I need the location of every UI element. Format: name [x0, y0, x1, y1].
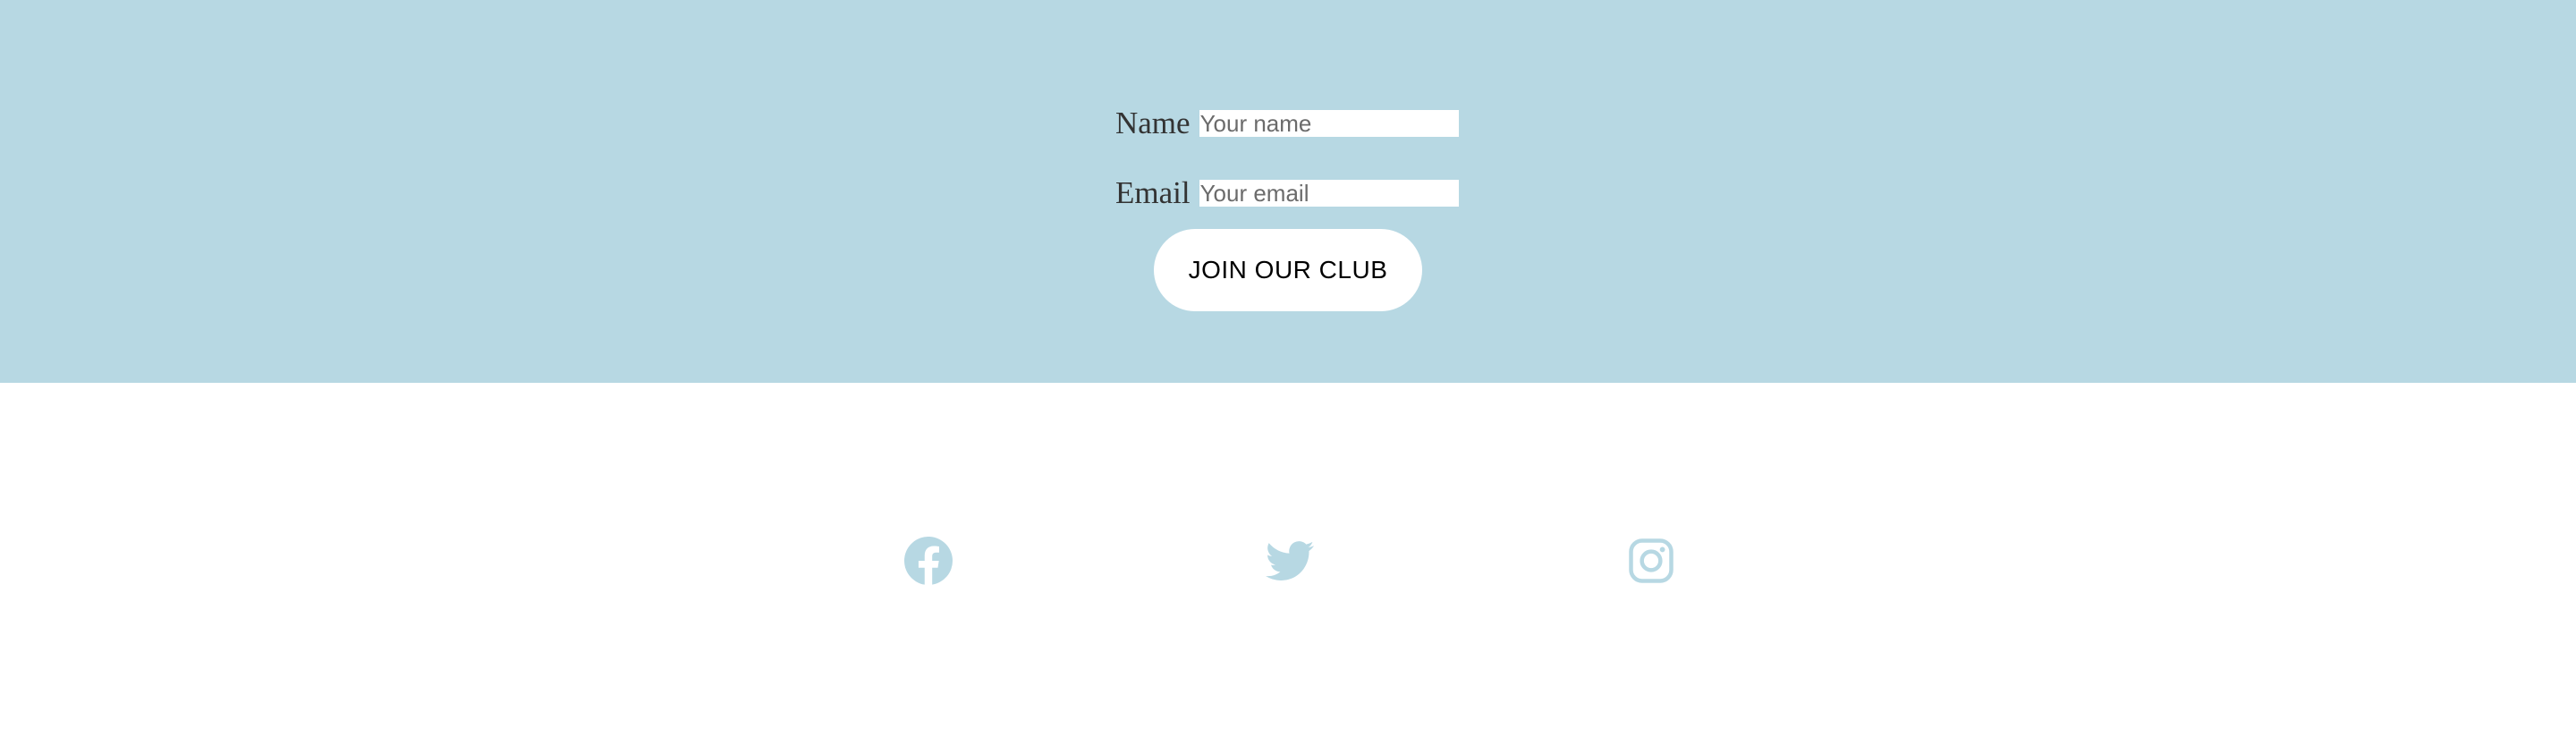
email-label: Email	[1115, 175, 1191, 210]
join-club-button[interactable]: JOIN OUR CLUB	[1154, 229, 1422, 311]
twitter-icon[interactable]	[1266, 537, 1314, 585]
email-input[interactable]	[1199, 180, 1459, 207]
instagram-icon[interactable]	[1627, 537, 1675, 585]
name-input[interactable]	[1199, 110, 1459, 137]
signup-section: Name Email JOIN OUR CLUB	[0, 0, 2576, 383]
name-label: Name	[1115, 106, 1191, 140]
facebook-icon[interactable]	[904, 537, 953, 585]
email-row: Email	[1115, 175, 1459, 211]
name-row: Name	[1115, 106, 1459, 141]
